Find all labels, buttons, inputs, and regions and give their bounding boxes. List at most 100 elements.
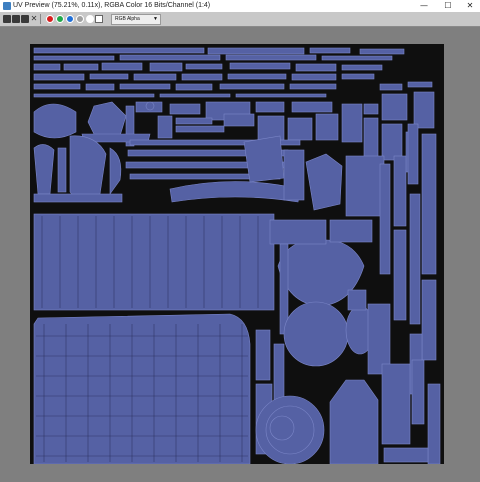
background-color-swatch[interactable] — [95, 15, 103, 23]
uv-island — [69, 135, 107, 200]
toolbar: ✕ RGB Alpha ▼ — [0, 12, 480, 27]
uv-island — [33, 193, 123, 203]
uv-island — [363, 103, 379, 115]
uv-island — [87, 101, 127, 139]
uv-island — [33, 73, 85, 81]
uv-island — [207, 47, 305, 55]
uv-island — [119, 54, 221, 61]
uv-island — [57, 147, 67, 193]
save-icon[interactable] — [3, 15, 11, 23]
uv-island — [393, 155, 407, 227]
uv-island — [409, 193, 421, 325]
copy-icon[interactable] — [12, 15, 20, 23]
uv-island — [287, 117, 313, 141]
uv-island — [33, 103, 77, 139]
window-title: UV Preview (75.21%, 0.11x), RGBA Color 1… — [13, 2, 211, 9]
uv-island — [321, 55, 393, 61]
uv-island — [101, 62, 143, 71]
uv-island — [175, 117, 213, 125]
uv-island — [421, 133, 437, 275]
uv-island — [149, 62, 183, 72]
channel-dropdown-value: RGB Alpha — [115, 16, 140, 22]
uv-island — [227, 73, 287, 80]
uv-island — [347, 289, 367, 311]
uv-island — [255, 329, 271, 381]
uv-island — [341, 64, 383, 71]
uv-island — [109, 147, 122, 195]
minimize-button[interactable]: — — [416, 0, 432, 12]
uv-island — [269, 219, 327, 245]
uv-island — [309, 47, 351, 54]
uv-island — [295, 63, 337, 72]
uv-island — [33, 313, 251, 464]
uv-island — [407, 123, 419, 185]
uv-island — [235, 93, 327, 98]
uv-island — [341, 73, 375, 80]
uv-island — [33, 93, 155, 98]
uv-island — [411, 359, 425, 425]
uv-island — [381, 93, 408, 121]
uv-island — [63, 63, 99, 71]
uv-island — [381, 123, 403, 161]
uv-island — [393, 229, 407, 321]
uv-island — [363, 117, 379, 159]
uv-island — [219, 83, 285, 90]
uv-island — [159, 93, 231, 98]
uv-island — [291, 101, 333, 113]
uv-island — [119, 83, 171, 90]
uv-island — [379, 83, 403, 91]
uv-island — [223, 113, 255, 127]
chevron-down-icon: ▼ — [153, 16, 158, 22]
uv-island — [33, 213, 275, 311]
uv-islands — [33, 47, 441, 464]
maximize-button[interactable]: ☐ — [440, 0, 456, 12]
uv-island — [383, 447, 429, 463]
uv-island — [181, 73, 223, 81]
uv-island — [413, 91, 435, 129]
uv-island — [305, 153, 343, 211]
uv-island — [33, 55, 115, 61]
uv-island — [421, 279, 437, 361]
uv-island — [145, 101, 155, 111]
uv-island — [255, 101, 285, 113]
uv-island — [341, 103, 363, 143]
toolbar-separator — [40, 14, 41, 24]
alpha-channel-button[interactable] — [76, 15, 84, 23]
uv-island — [185, 63, 223, 70]
uv-island — [33, 63, 61, 71]
app-icon — [3, 2, 11, 10]
title-bar: UV Preview (75.21%, 0.11x), RGBA Color 1… — [0, 0, 480, 12]
uv-preview-window: UV Preview (75.21%, 0.11x), RGBA Color 1… — [0, 0, 480, 482]
uv-island — [169, 103, 201, 115]
uv-island — [33, 144, 55, 195]
uv-island — [329, 379, 379, 464]
mono-channel-button[interactable] — [86, 15, 94, 23]
uv-island — [89, 73, 129, 80]
uv-island — [269, 415, 295, 441]
uv-island — [175, 83, 213, 91]
uv-island — [33, 47, 205, 54]
uv-island — [175, 125, 225, 133]
uv-island — [291, 73, 337, 81]
close-button[interactable]: ✕ — [462, 0, 478, 12]
uv-island — [243, 135, 285, 183]
uv-island — [367, 303, 391, 375]
uv-canvas-area[interactable] — [0, 27, 480, 482]
green-channel-button[interactable] — [56, 15, 64, 23]
uv-island — [133, 73, 177, 81]
uv-island — [315, 113, 339, 141]
clear-icon[interactable]: ✕ — [30, 15, 38, 23]
red-channel-button[interactable] — [46, 15, 54, 23]
blue-channel-button[interactable] — [66, 15, 74, 23]
uv-island — [427, 383, 441, 464]
uv-island — [359, 48, 405, 55]
uv-island — [225, 54, 317, 61]
channel-dropdown[interactable]: RGB Alpha ▼ — [111, 14, 161, 25]
uv-island — [157, 115, 173, 139]
uv-island — [229, 62, 291, 70]
uv-map-view[interactable] — [30, 44, 444, 464]
uv-island — [169, 181, 301, 203]
uv-island — [345, 155, 385, 217]
uv-island — [379, 163, 391, 275]
print-icon[interactable] — [21, 15, 29, 23]
